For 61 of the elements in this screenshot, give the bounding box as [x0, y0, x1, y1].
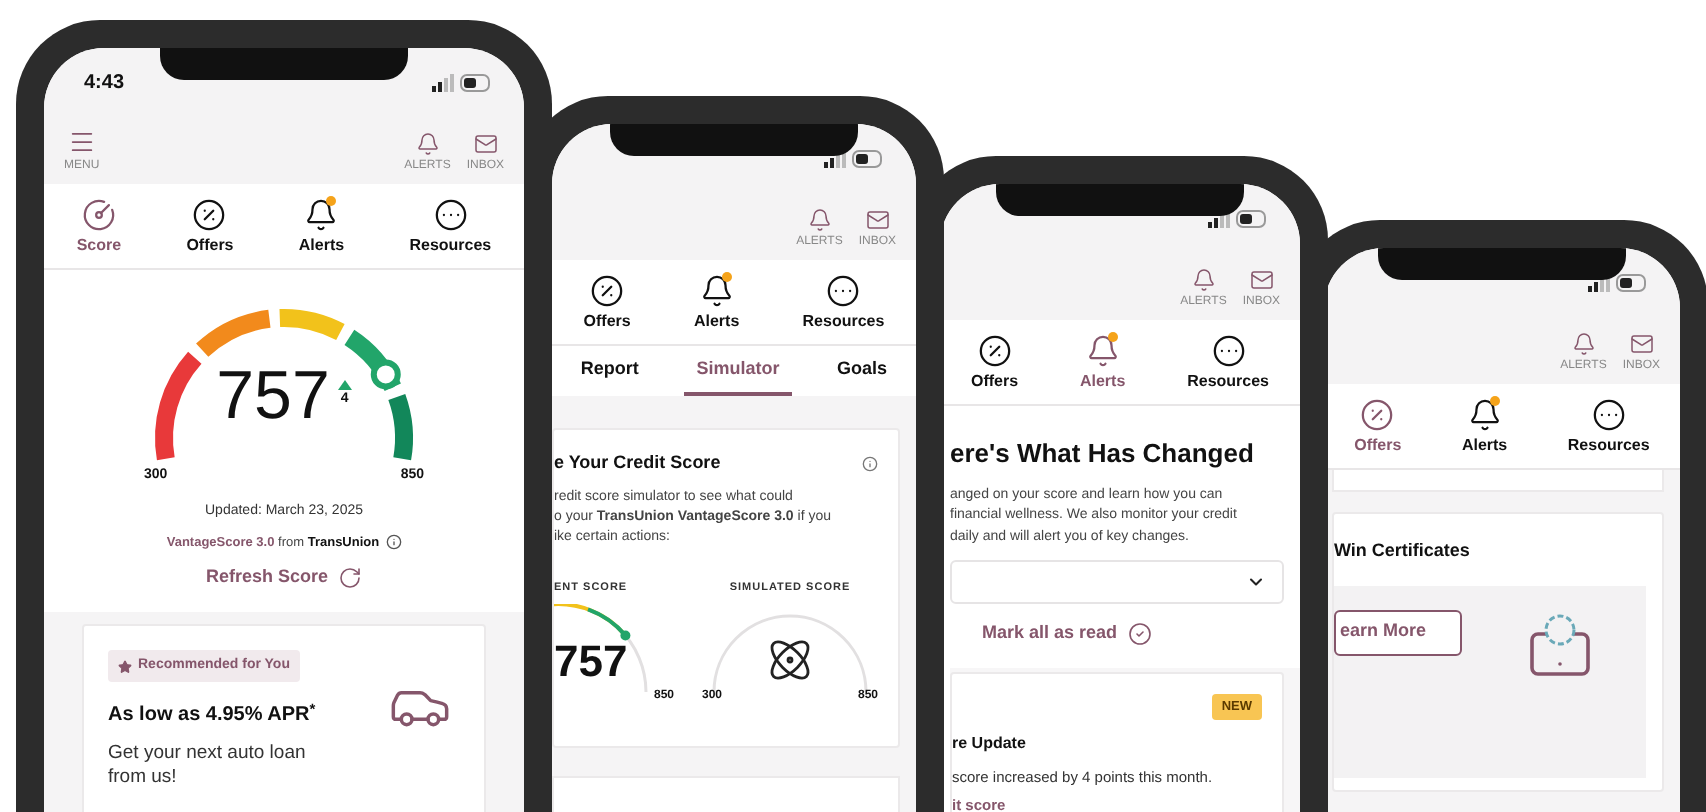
percent-icon: [1360, 398, 1395, 432]
percent-icon: [977, 334, 1012, 368]
atom-icon: [766, 635, 814, 684]
current-score-value: 757: [554, 639, 628, 684]
signal-battery-icon: [824, 149, 884, 167]
bell-icon: [415, 132, 440, 156]
offer-title: As low as 4.95% APR$^{*}$: [108, 700, 318, 731]
ellipsis-icon: [433, 198, 468, 232]
certificate-icon: [1526, 613, 1594, 677]
refresh-icon: [338, 566, 363, 590]
info-icon[interactable]: [862, 455, 878, 472]
envelope-icon: [1629, 332, 1654, 356]
menu-icon: [67, 128, 96, 156]
nav-tab[interactable]: Alerts: [693, 274, 740, 330]
nav-tab[interactable]: Alerts: [298, 198, 345, 254]
bell-icon: [699, 274, 734, 308]
bell-icon: [807, 208, 832, 232]
bell-icon: [1085, 334, 1120, 368]
ellipsis-icon: [826, 274, 861, 308]
nav-tab[interactable]: Resources: [802, 274, 885, 330]
ellipsis-icon: [1591, 398, 1626, 432]
signal-battery-icon: [1588, 273, 1648, 291]
page-title: ere's What Has Changed: [950, 436, 1256, 472]
tab[interactable]: Goals: [825, 346, 900, 396]
nav-tab[interactable]: Offers: [186, 198, 234, 254]
learn-more-button[interactable]: earn More: [1334, 609, 1462, 655]
nav-tab[interactable]: Alerts: [1461, 398, 1508, 454]
ellipsis-icon: [1211, 334, 1246, 368]
bell-icon: [1467, 398, 1502, 432]
signal-battery-icon: [1208, 209, 1268, 227]
offer-text: Get your next auto loan from us!: [108, 742, 308, 791]
card-title: e Your Credit Score: [554, 450, 721, 476]
signal-battery-icon: [432, 73, 492, 91]
check-circle-icon: [1127, 621, 1152, 646]
info-icon[interactable]: [385, 534, 402, 551]
nav-tab[interactable]: Resources: [1187, 334, 1270, 390]
envelope-icon: [1249, 268, 1274, 292]
envelope-icon: [865, 208, 890, 232]
refresh-score-button[interactable]: Refresh Score: [205, 564, 363, 592]
nav-tab[interactable]: Alerts: [1079, 334, 1126, 390]
nav-tab[interactable]: Score: [76, 198, 122, 254]
bell-icon: [1571, 332, 1596, 356]
nav-tab[interactable]: Resources: [1567, 398, 1650, 454]
score-value: 757: [216, 362, 330, 430]
percent-icon: [590, 274, 625, 308]
tab[interactable]: Report: [568, 346, 651, 396]
mark-all-read-button[interactable]: Mark all as read: [982, 620, 1152, 647]
bell-icon: [1191, 268, 1216, 292]
nav-tab[interactable]: Offers: [970, 334, 1019, 390]
nav-tab[interactable]: Resources: [409, 198, 492, 254]
star-icon: [118, 659, 132, 673]
nav-tab[interactable]: Offers: [1354, 398, 1402, 454]
envelope-icon: [473, 132, 498, 156]
nav-tab[interactable]: Offers: [583, 274, 631, 330]
update-title: re Update: [952, 732, 1028, 757]
card-title: Win Certificates: [1334, 538, 1472, 564]
status-time: 4:43: [84, 69, 125, 97]
percent-icon: [192, 198, 227, 232]
up-arrow-icon: [337, 380, 352, 391]
bell-icon: [304, 198, 339, 232]
gauge-icon: [81, 198, 116, 232]
